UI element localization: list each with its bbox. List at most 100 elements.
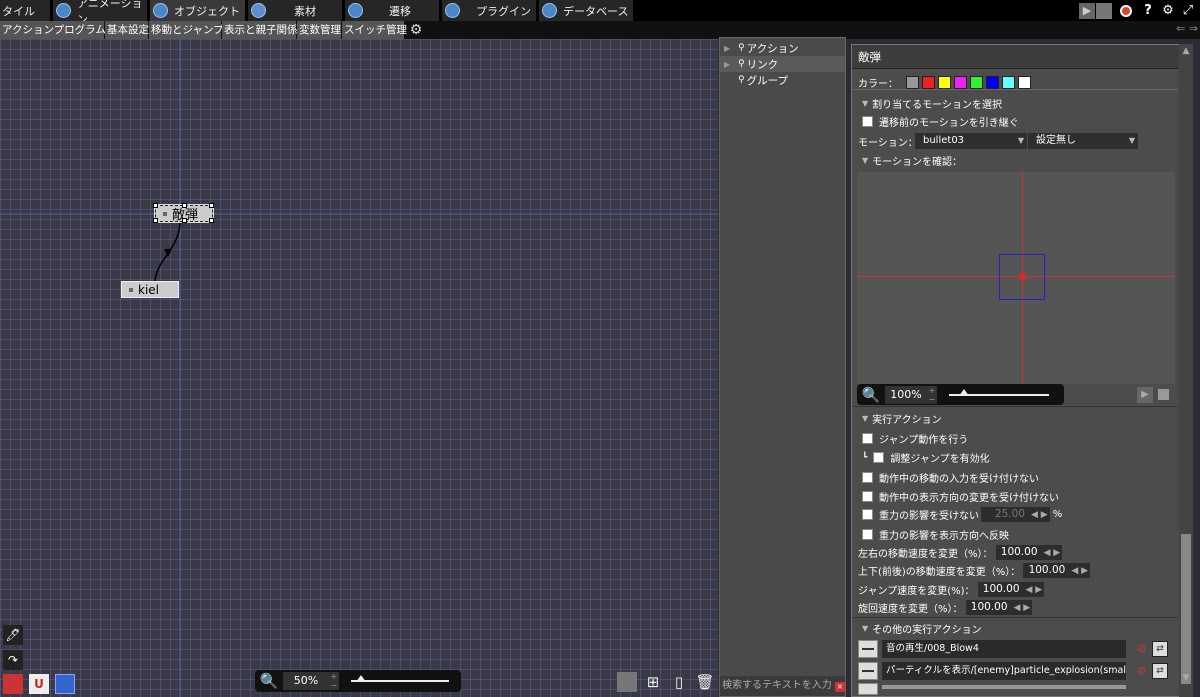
color-swatch-cyan[interactable]	[1002, 76, 1015, 89]
resize-handle[interactable]	[153, 218, 158, 223]
swap-icon[interactable]: ⇄	[1152, 662, 1168, 679]
link-tool-icon[interactable]: 🖊	[3, 625, 23, 645]
list-icon[interactable]	[617, 672, 637, 692]
resize-handle[interactable]	[153, 203, 158, 208]
tab-plugin[interactable]: プラグイン	[442, 0, 537, 21]
preview-play-icon[interactable]: ▶	[1137, 387, 1153, 403]
motion-select[interactable]: bullet03 ▼	[915, 133, 1027, 149]
other-action-item[interactable]: 音の再生/008_Blow4 ⊘ ⇄	[858, 639, 1168, 658]
action-menu-icon[interactable]	[858, 639, 878, 658]
no-gravity-row[interactable]: 重力の影響を受けない 25.00 ◀ ▶%	[862, 507, 1062, 522]
jump-speed-stepper[interactable]: ◀ ▶	[1023, 582, 1045, 597]
color-swatch-green[interactable]	[970, 76, 983, 89]
tree-item-link[interactable]: ▶ ⚲ リンク	[720, 56, 845, 72]
record-icon[interactable]	[1120, 4, 1132, 17]
no-move-input-row[interactable]: 動作中の移動の入力を受け付けない	[862, 470, 1039, 485]
color-swatch-magenta[interactable]	[954, 76, 967, 89]
tab-display-parent[interactable]: 表示と親子関係	[222, 21, 298, 39]
gravity-reverse-row[interactable]: 重力の影響を表示方向へ反映	[862, 527, 1009, 542]
check-motion-header[interactable]: ▼ モーションを確認：	[852, 153, 1178, 168]
adjust-jump-checkbox[interactable]	[873, 452, 885, 463]
new-page-icon[interactable]: ▯	[669, 672, 689, 692]
color-swatch-red[interactable]	[922, 76, 935, 89]
resize-handle[interactable]	[209, 218, 214, 223]
node-kiel[interactable]: kiel	[121, 281, 179, 298]
action-menu-icon[interactable]	[858, 661, 878, 680]
help-icon[interactable]: ?	[1140, 3, 1156, 19]
canvas-zoom-value[interactable]: 50%	[283, 672, 329, 690]
tab-transition[interactable]: 遷移	[345, 0, 440, 21]
expand-icon[interactable]: ⤢	[1180, 3, 1196, 19]
tab-animation[interactable]: アニメーション	[53, 0, 148, 26]
jump-speed-input[interactable]: 100.00	[977, 582, 1024, 597]
gravity-reverse-checkbox[interactable]	[862, 529, 873, 540]
nav-arrows[interactable]: ⇐ ⇒	[1176, 22, 1198, 35]
resize-handle[interactable]	[182, 218, 187, 223]
tab-move-jump[interactable]: 移動とジャンプ	[149, 21, 224, 39]
subtab-gear-icon[interactable]: ⚙	[408, 22, 424, 38]
magnet-icon[interactable]: U	[29, 674, 49, 694]
zoom-spinner[interactable]: + −	[329, 672, 339, 690]
expand-arrow-icon[interactable]: ▶	[724, 60, 738, 69]
inherit-motion-checkbox[interactable]	[862, 116, 873, 127]
action-canvas[interactable]: 敵弾 kiel 🖊 ↷ U 🔍 50% + − ⊞ ▯ 🗑	[0, 39, 718, 697]
no-gravity-checkbox[interactable]	[862, 509, 873, 520]
tab-action-program[interactable]: アクションプログラム	[0, 21, 106, 39]
motion-setting-select[interactable]: 設定無し ▼	[1028, 133, 1138, 149]
trash-icon[interactable]: 🗑	[695, 672, 715, 692]
tab-variables[interactable]: 変数管理	[297, 21, 341, 39]
tab-basic-settings[interactable]: 基本設定	[105, 21, 149, 39]
tree-item-group[interactable]: ⚲ グループ	[720, 72, 845, 88]
lr-speed-input[interactable]: 100.00	[995, 545, 1042, 560]
horizontal-scrollbar[interactable]	[882, 685, 1126, 689]
inherit-motion-row[interactable]: 遷移前のモーションを引き継ぐ	[862, 114, 1019, 129]
tree-item-action[interactable]: ▶ ⚲ アクション	[720, 40, 845, 56]
add-folder-icon[interactable]: ⊞	[643, 672, 663, 692]
settings-gear-icon[interactable]: ⚙	[1160, 3, 1176, 19]
other-action-text[interactable]: パーティクルを表示/[enemy]particle_explosion(smal…	[882, 661, 1126, 680]
other-action-item[interactable]: パーティクルを表示/[enemy]particle_explosion(smal…	[858, 661, 1168, 680]
play-icon[interactable]: ▶	[1079, 2, 1095, 19]
resize-handle[interactable]	[182, 203, 187, 208]
rot-speed-input[interactable]: 100.00	[965, 600, 1012, 615]
motion-preview[interactable]	[857, 172, 1175, 384]
scroll-down-icon[interactable]: ▼	[1181, 673, 1191, 683]
disable-icon[interactable]: ⊘	[1137, 664, 1150, 677]
jump-row[interactable]: ジャンプ動作を行う	[862, 431, 968, 446]
ud-speed-stepper[interactable]: ◀ ▶	[1069, 563, 1091, 578]
action-menu-icon[interactable]	[858, 683, 878, 695]
zoom-spinner[interactable]: + −	[927, 385, 937, 404]
no-move-input-checkbox[interactable]	[862, 472, 873, 483]
no-dir-change-row[interactable]: 動作中の表示方向の変更を受け付けない	[862, 489, 1059, 504]
canvas-zoom-slider[interactable]	[351, 675, 449, 682]
panel-scrollbar[interactable]: ▲ ▼	[1179, 44, 1193, 697]
tab-object[interactable]: オブジェクト	[150, 0, 246, 21]
tab-tile[interactable]: タイル	[0, 0, 51, 21]
tab-switches[interactable]: スイッチ管理	[342, 21, 407, 39]
scroll-up-icon[interactable]: ▲	[1181, 46, 1191, 56]
slider-thumb[interactable]	[959, 388, 969, 396]
expand-arrow-icon[interactable]: ▶	[724, 44, 738, 53]
color-swatch-yellow[interactable]	[938, 76, 951, 89]
tab-database[interactable]: データベース	[539, 0, 634, 21]
slider-thumb[interactable]	[356, 675, 366, 682]
pig-icon[interactable]	[3, 674, 23, 694]
other-action-text[interactable]: 音の再生/008_Blow4	[882, 639, 1126, 658]
exec-action-header[interactable]: ▼ 実行アクション	[852, 411, 1178, 426]
scroll-thumb[interactable]	[1181, 534, 1191, 684]
color-swatch-white[interactable]	[1018, 76, 1031, 89]
swap-icon[interactable]: ⇄	[1152, 640, 1168, 657]
color-swatch-gray[interactable]	[906, 76, 919, 89]
jump-checkbox[interactable]	[862, 433, 873, 444]
arrow-tool-icon[interactable]: ↷	[3, 650, 23, 670]
resize-handle[interactable]	[209, 203, 214, 208]
adjust-jump-row[interactable]: ┗ 調整ジャンプを有効化	[862, 450, 990, 465]
preview-zoom-slider[interactable]	[949, 388, 1049, 396]
tab-material[interactable]: 素材	[248, 0, 343, 21]
motion-section-header[interactable]: ▼ 割り当てるモーションを選択	[852, 96, 1178, 111]
tree-search-input[interactable]: 検索するテキストを入力	[720, 676, 845, 696]
preview-stop-icon[interactable]	[1158, 389, 1169, 400]
stop-icon[interactable]	[1096, 2, 1112, 19]
disable-icon[interactable]: ⊘	[1137, 642, 1150, 655]
color-swatch-blue[interactable]	[986, 76, 999, 89]
